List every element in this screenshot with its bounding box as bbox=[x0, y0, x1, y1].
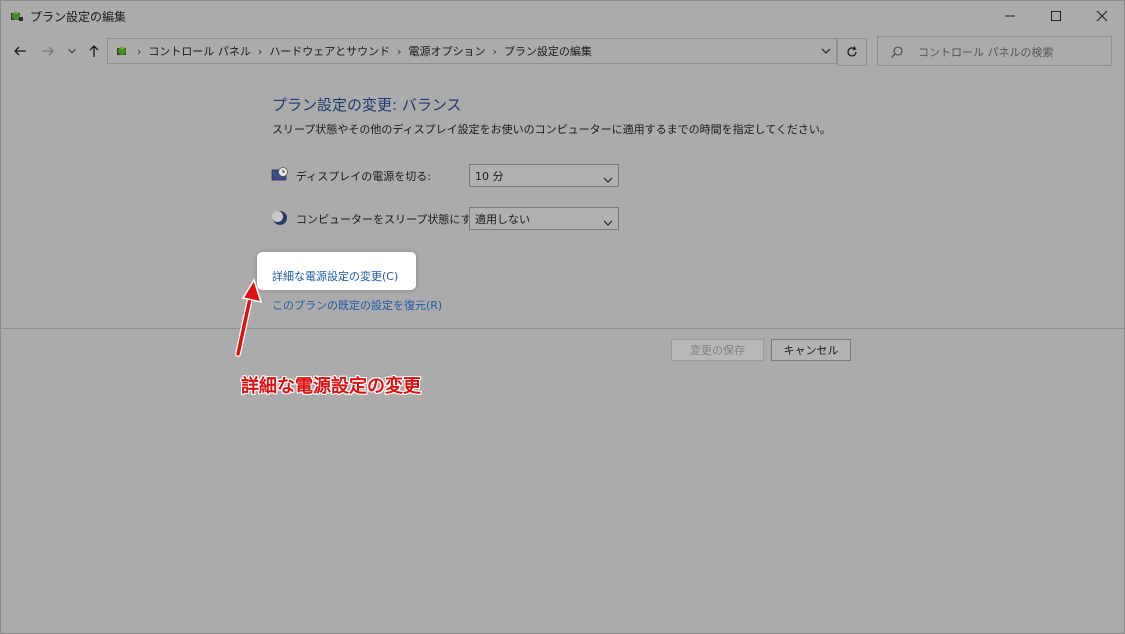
chevron-down-icon bbox=[603, 170, 613, 183]
breadcrumb: › コントロール パネル › ハードウェアとサウンド › 電源オプション › プ… bbox=[114, 43, 596, 59]
window-title: プラン設定の編集 bbox=[30, 10, 127, 24]
annotation-label: 詳細な電源設定の変更 bbox=[241, 376, 421, 397]
breadcrumb-power-options[interactable]: 電源オプション bbox=[405, 43, 490, 59]
breadcrumb-separator: › bbox=[137, 44, 142, 58]
display-timer-icon bbox=[271, 166, 289, 184]
display-off-value: 10 分 bbox=[475, 170, 504, 183]
up-button[interactable] bbox=[84, 40, 104, 62]
title-bar: プラン設定の編集 bbox=[0, 0, 1125, 32]
breadcrumb-separator: › bbox=[397, 44, 402, 58]
restore-defaults-link[interactable]: このプランの既定の設定を復元(R) bbox=[272, 297, 442, 313]
cancel-button[interactable]: キャンセル bbox=[771, 339, 851, 361]
annotation-arrow bbox=[235, 278, 263, 357]
display-off-select[interactable]: 10 分 bbox=[469, 164, 619, 187]
close-button[interactable] bbox=[1079, 0, 1125, 32]
forward-button[interactable] bbox=[38, 40, 58, 62]
window-frame bbox=[0, 0, 1125, 634]
advanced-power-settings-link[interactable]: 詳細な電源設定の変更(C) bbox=[272, 268, 398, 284]
page-title: プラン設定の変更: バランス bbox=[272, 96, 462, 114]
power-options-icon bbox=[8, 8, 24, 24]
minimize-button[interactable] bbox=[987, 0, 1033, 32]
search-placeholder: コントロール パネルの検索 bbox=[918, 46, 1054, 59]
breadcrumb-control-panel[interactable]: コントロール パネル bbox=[144, 43, 255, 59]
breadcrumb-separator: › bbox=[257, 44, 263, 58]
back-arrow-icon bbox=[14, 46, 26, 56]
chevron-down-icon bbox=[68, 48, 76, 54]
save-changes-button[interactable]: 変更の保存 bbox=[671, 339, 764, 361]
sleep-select[interactable]: 適用しない bbox=[469, 207, 619, 230]
address-dropdown-icon[interactable] bbox=[818, 43, 834, 59]
sleep-moon-icon bbox=[271, 209, 289, 227]
sleep-label: コンピューターをスリープ状態にする: bbox=[296, 213, 487, 226]
sleep-value: 適用しない bbox=[475, 213, 530, 226]
display-off-label: ディスプレイの電源を切る: bbox=[296, 170, 431, 183]
refresh-button[interactable] bbox=[837, 38, 867, 66]
search-icon bbox=[890, 44, 904, 58]
page-description: スリープ状態やその他のディスプレイ設定をお使いのコンピューターに適用するまでの時… bbox=[272, 123, 831, 136]
address-power-icon bbox=[114, 43, 130, 59]
search-box[interactable]: コントロール パネルの検索 bbox=[877, 36, 1112, 66]
maximize-button[interactable] bbox=[1033, 0, 1079, 32]
address-bar[interactable]: › コントロール パネル › ハードウェアとサウンド › 電源オプション › プ… bbox=[107, 38, 837, 64]
forward-arrow-icon bbox=[42, 46, 54, 56]
chevron-down-icon bbox=[603, 213, 613, 226]
up-arrow-icon bbox=[89, 45, 99, 57]
refresh-icon bbox=[847, 46, 857, 57]
recent-locations-button[interactable] bbox=[66, 40, 78, 62]
back-button[interactable] bbox=[10, 40, 30, 62]
breadcrumb-separator: › bbox=[492, 44, 497, 58]
divider bbox=[0, 328, 1125, 329]
breadcrumb-edit-plan[interactable]: プラン設定の編集 bbox=[500, 43, 596, 59]
breadcrumb-hardware-sound[interactable]: ハードウェアとサウンド bbox=[265, 43, 394, 59]
